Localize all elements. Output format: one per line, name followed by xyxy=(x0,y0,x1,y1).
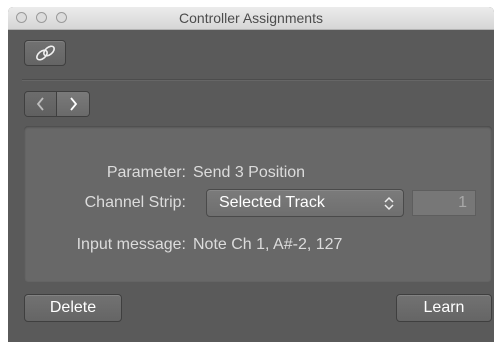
input-message-label: Input message: xyxy=(76,236,186,253)
controller-assignments-window: Controller Assignments Parameter: Send 3… xyxy=(8,7,494,342)
channel-strip-selected-value: Selected Track xyxy=(219,194,325,211)
toolbar-separator xyxy=(22,79,492,80)
delete-button[interactable]: Delete xyxy=(24,294,122,322)
assignment-details-panel: Parameter: Send 3 Position Channel Strip… xyxy=(24,126,492,282)
channel-strip-label: Channel Strip: xyxy=(84,194,186,211)
up-down-chevron-icon xyxy=(384,196,394,211)
window-title: Controller Assignments xyxy=(179,10,323,26)
link-icon xyxy=(36,45,55,61)
next-button[interactable] xyxy=(57,92,89,116)
link-button[interactable] xyxy=(24,40,66,66)
input-message-value: Note Ch 1, A#-2, 127 xyxy=(193,236,343,253)
previous-button[interactable] xyxy=(25,92,57,116)
chevron-left-icon xyxy=(36,97,44,111)
navigation-control xyxy=(24,91,90,117)
title-bar: Controller Assignments xyxy=(8,7,494,30)
channel-strip-select[interactable]: Selected Track xyxy=(206,189,404,217)
chevron-right-icon xyxy=(70,97,78,111)
channel-number-field[interactable]: 1 xyxy=(412,190,476,216)
parameter-value: Send 3 Position xyxy=(193,164,306,181)
parameter-label: Parameter: xyxy=(106,164,186,181)
learn-button[interactable]: Learn xyxy=(396,294,492,322)
channel-number-value: 1 xyxy=(458,194,467,211)
